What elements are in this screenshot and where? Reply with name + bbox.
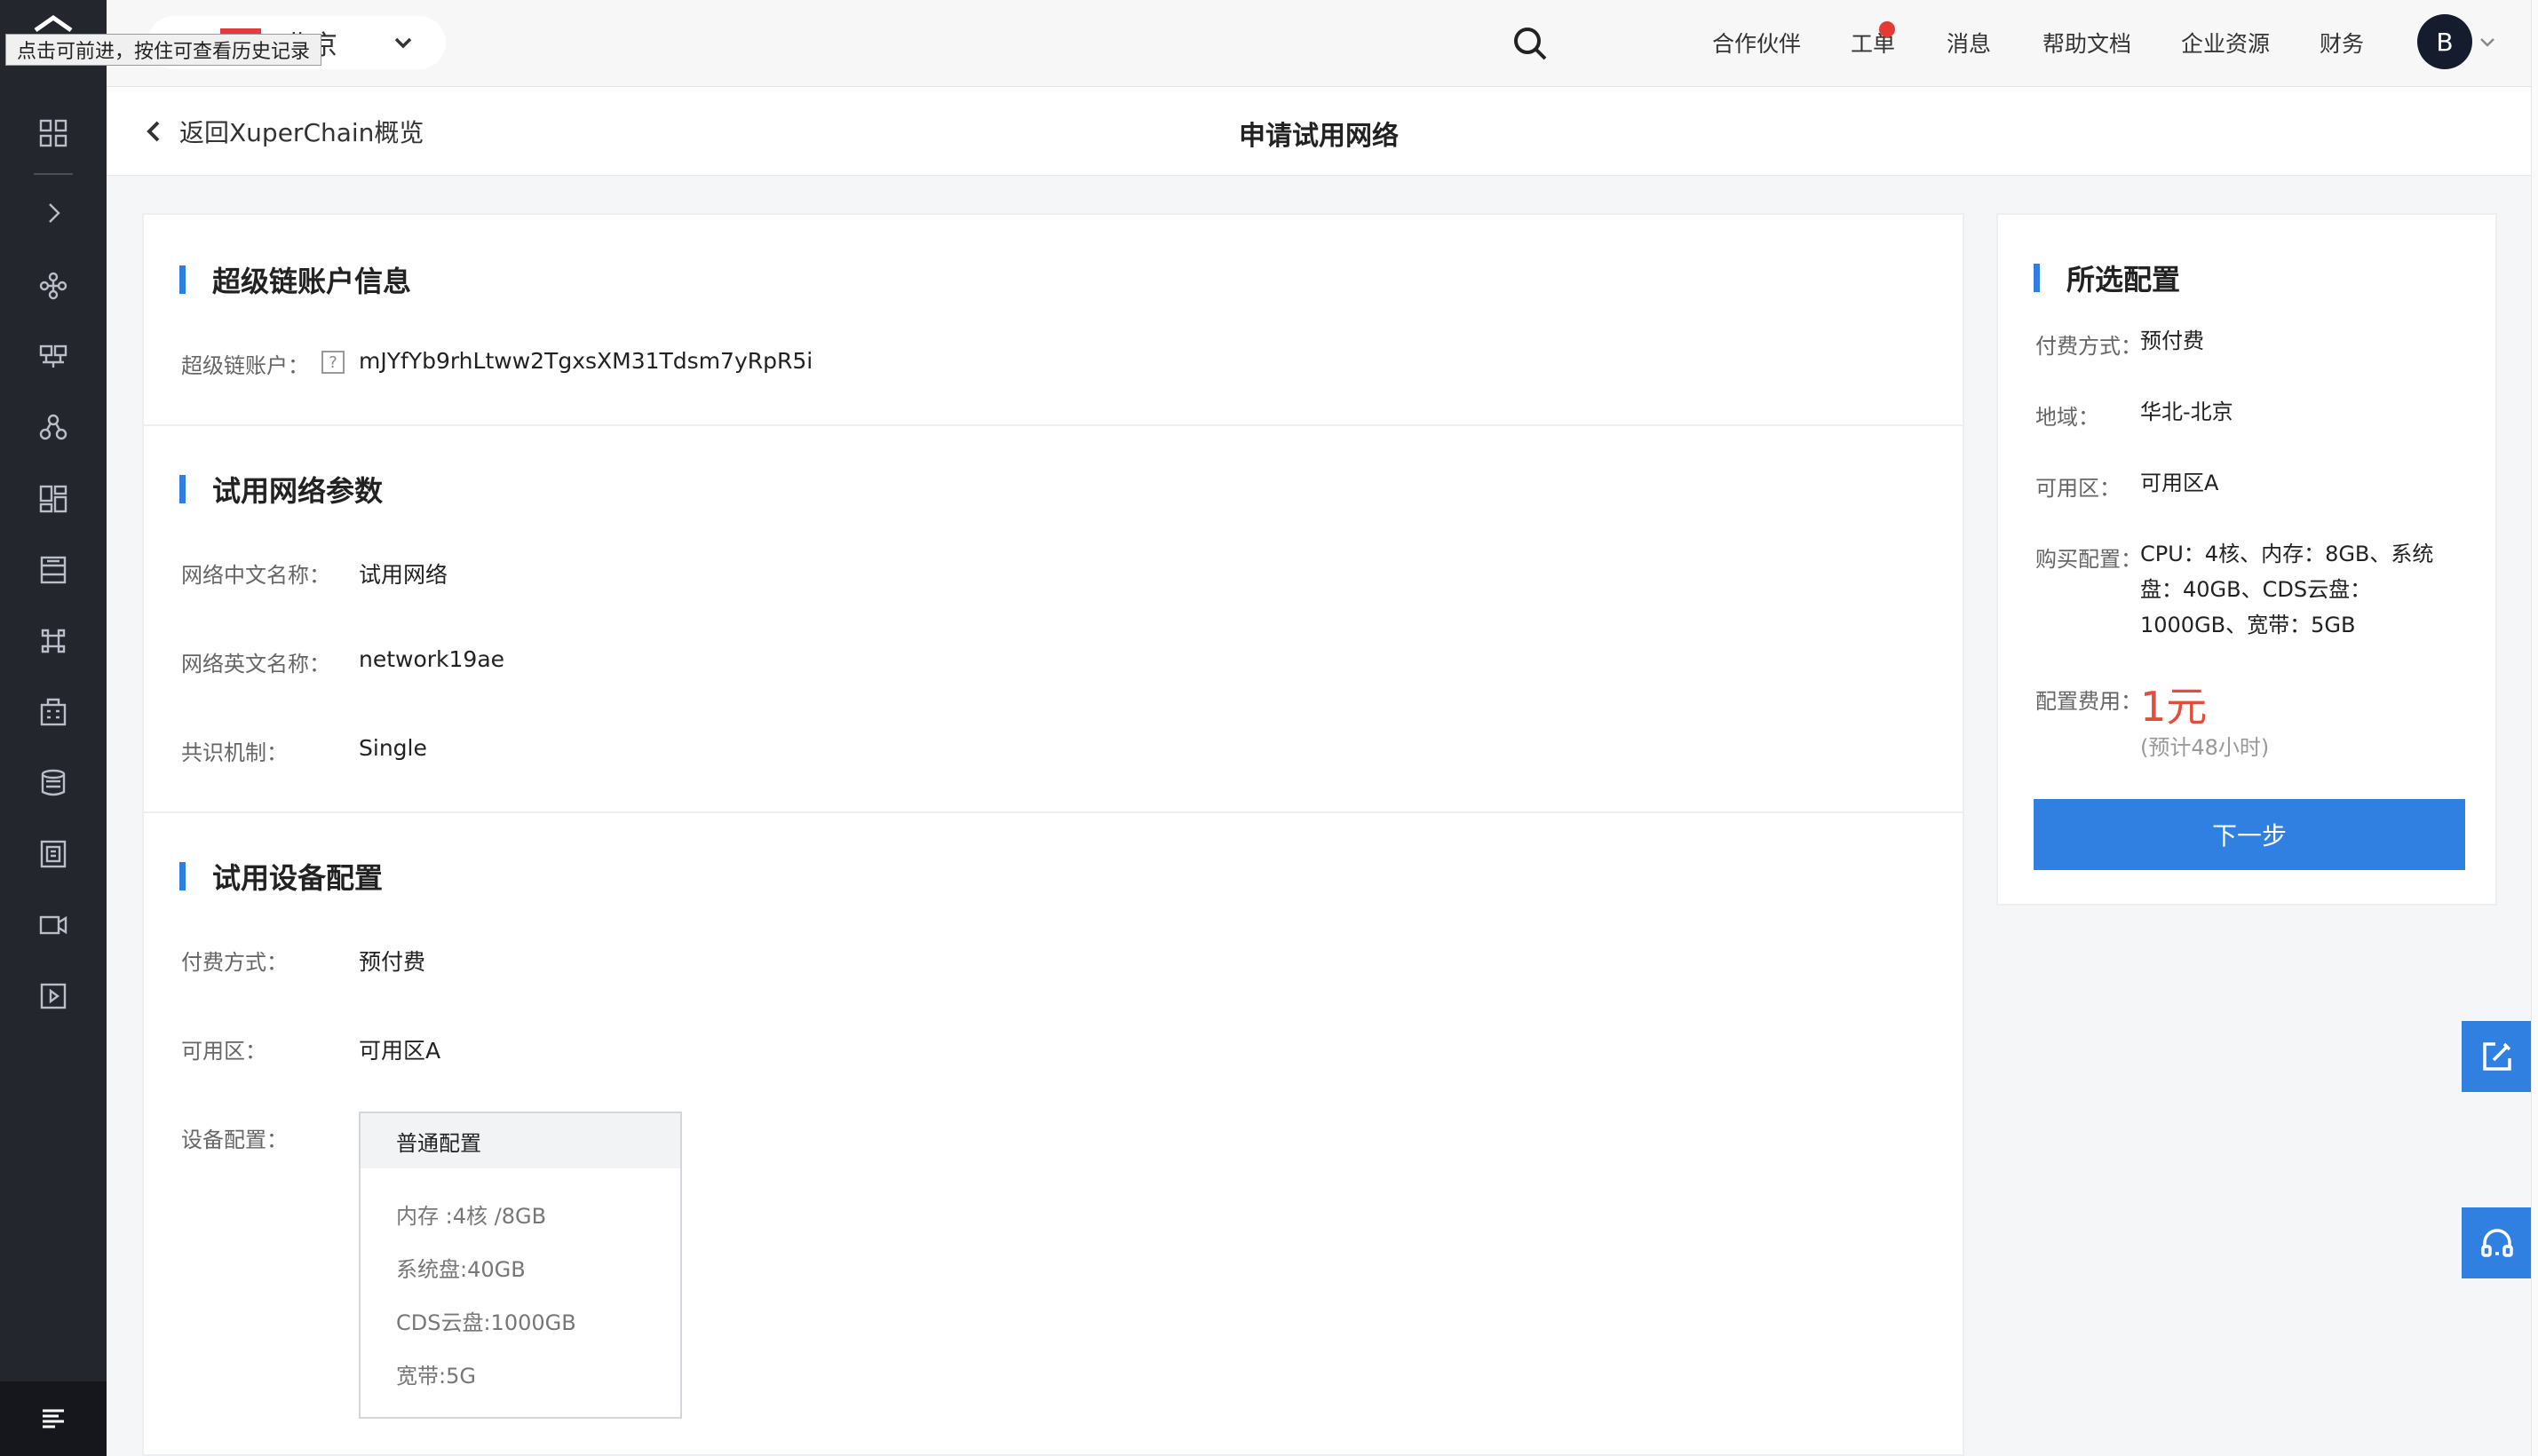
zone-label: 可用区： (181, 1039, 266, 1064)
feedback-button[interactable] (2462, 1021, 2533, 1092)
network-icon[interactable] (32, 265, 75, 307)
summary-payment-value: 预付费 (2140, 328, 2204, 353)
payment-label: 付费方式： (181, 950, 288, 975)
config-line-cds: CDS云盘:1000GB (396, 1310, 576, 1335)
network-en-name-value: network19ae (359, 646, 505, 672)
page-header: 返回XuperChain概览 申请试用网络 (107, 87, 2531, 176)
device-config-header: 普通配置 (361, 1113, 680, 1168)
network-en-name-label: 网络英文名称： (181, 652, 330, 677)
edit-icon (2483, 1042, 2511, 1071)
consensus-label: 共识机制： (181, 740, 288, 765)
summary-purchase-value: CPU：4核、内存：8GB、系统盘：40GB、CDS云盘：1000GB、宽带：5… (2140, 542, 2434, 637)
fee-note: (预计48小时) (2140, 735, 2270, 760)
config-line-memory: 内存 :4核 /8GB (396, 1204, 547, 1229)
section-title-text: 试用网络参数 (212, 474, 384, 508)
summary-card: 所选配置 付费方式： 预付费 地域： 华北-北京 可用区： 可用区A 购买配置：… (1996, 213, 2497, 906)
section-marker (179, 862, 186, 890)
page-title: 申请试用网络 (1239, 121, 1399, 152)
section-title-device: 试用设备配置 (179, 856, 383, 897)
storage-icon[interactable] (32, 549, 75, 591)
section-title-text: 试用设备配置 (212, 861, 384, 895)
consensus-value: Single (359, 735, 427, 761)
users-icon[interactable] (32, 407, 75, 449)
nav-help-docs[interactable]: 帮助文档 (2042, 27, 2131, 59)
divider (144, 811, 1963, 813)
nav-partners[interactable]: 合作伙伴 (1712, 27, 1801, 59)
org-chart-icon[interactable] (32, 336, 75, 378)
summary-region-value: 华北-北京 (2140, 400, 2233, 424)
command-icon[interactable] (32, 620, 75, 662)
section-title-account: 超级链账户信息 (179, 259, 411, 300)
summary-region-label: 地域： (2035, 405, 2099, 430)
config-line-bandwidth: 宽带:5G (396, 1364, 476, 1389)
summary-zone-value: 可用区A (2140, 471, 2219, 495)
sidebar-divider (34, 173, 73, 175)
grid-icon[interactable] (32, 112, 75, 154)
history-tooltip: 点击可前进，按住可查看历史记录 (5, 34, 322, 66)
account-id: mJYfYb9rhLtww2TgxsXM31Tdsm7yRpR5i (359, 348, 813, 374)
section-marker (179, 475, 186, 503)
avatar[interactable]: B (2417, 14, 2472, 69)
chevron-down-icon[interactable] (2478, 32, 2497, 51)
video-icon[interactable] (32, 904, 75, 946)
account-value: ? mJYfYb9rhLtww2TgxsXM31Tdsm7yRpR5i (321, 348, 813, 374)
chevron-right-icon[interactable] (32, 192, 75, 234)
section-title-text: 所选配置 (2066, 263, 2181, 297)
network-cn-name-label: 网络中文名称： (181, 563, 330, 588)
account-label: 超级链账户： (181, 353, 309, 378)
summary-zone-label: 可用区： (2035, 476, 2121, 501)
section-title-text: 超级链账户信息 (212, 265, 412, 298)
menu-toggle[interactable] (0, 1381, 107, 1456)
fee-label: 配置费用： (2035, 689, 2142, 714)
section-marker (2034, 264, 2040, 292)
scrollbar[interactable] (2531, 0, 2538, 1456)
unread-badge (1879, 21, 1895, 37)
zone-value: 可用区A (359, 1038, 441, 1064)
chevron-down-icon (393, 32, 414, 53)
building-icon[interactable] (32, 691, 75, 733)
payment-value: 预付费 (359, 949, 426, 975)
frame-icon[interactable] (32, 833, 75, 875)
summary-purchase-label: 购买配置： (2035, 547, 2142, 572)
help-icon[interactable]: ? (321, 351, 345, 374)
top-header: 北京 (107, 0, 2538, 87)
search-icon[interactable] (1510, 23, 1551, 64)
dashboard-icon[interactable] (32, 478, 75, 520)
device-config-label: 设备配置： (181, 1128, 288, 1152)
section-marker (179, 265, 186, 294)
network-cn-name-value: 试用网络 (359, 562, 448, 588)
main-form-card: 超级链账户信息 超级链账户： ? mJYfYb9rhLtww2TgxsXM31Td… (142, 213, 1964, 1456)
nav-messages[interactable]: 消息 (1947, 27, 1991, 59)
left-sidebar (0, 0, 107, 1456)
menu-icon (43, 1409, 64, 1428)
fee-value: 1元 (2140, 683, 2208, 731)
play-icon[interactable] (32, 975, 75, 1017)
headset-icon (2481, 1229, 2513, 1257)
summary-payment-label: 付费方式： (2035, 334, 2142, 359)
next-step-button[interactable]: 下一步 (2034, 799, 2465, 870)
support-button[interactable] (2462, 1207, 2533, 1278)
config-line-system-disk: 系统盘:40GB (396, 1257, 526, 1282)
device-config-option[interactable]: 普通配置 内存 :4核 /8GB 系统盘:40GB CDS云盘:1000GB 宽… (359, 1112, 682, 1419)
nav-enterprise[interactable]: 企业资源 (2181, 27, 2270, 59)
divider (144, 424, 1963, 426)
section-title-network: 试用网络参数 (179, 469, 383, 510)
section-title-summary: 所选配置 (2034, 257, 2180, 298)
database-icon[interactable] (32, 762, 75, 804)
nav-finance[interactable]: 财务 (2320, 27, 2364, 59)
